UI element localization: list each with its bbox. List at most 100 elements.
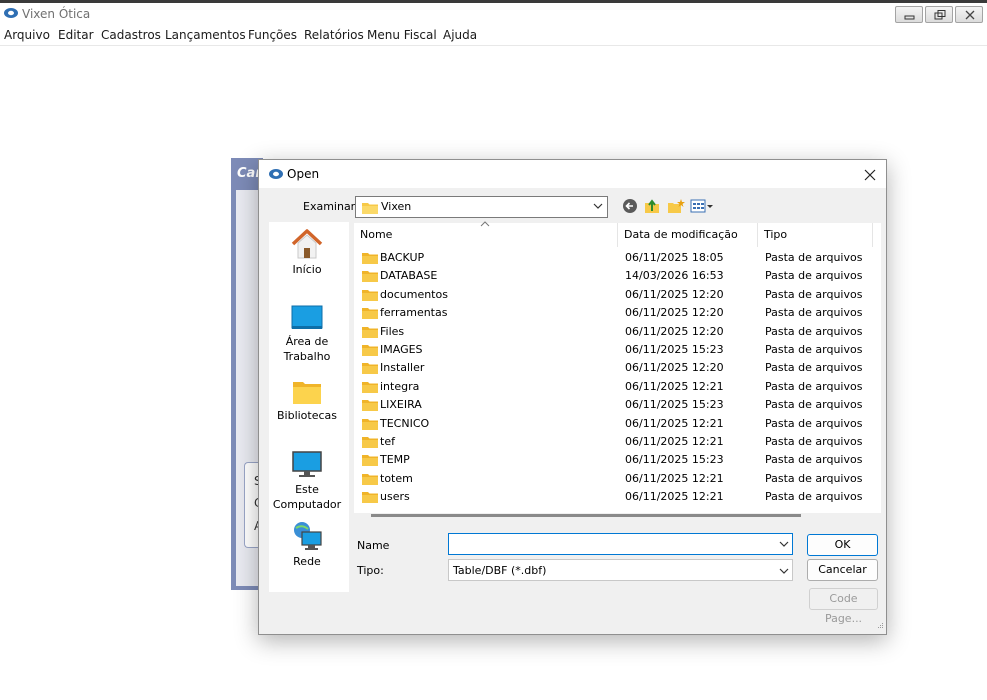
horizontal-scrollbar[interactable] xyxy=(371,514,801,517)
dialog-title: Open xyxy=(287,167,320,181)
app-logo-icon xyxy=(269,169,283,179)
menu-ajuda[interactable]: Ajuda xyxy=(443,28,477,42)
file-type-select[interactable]: Table/DBF (*.dbf) xyxy=(448,559,793,581)
folder-icon xyxy=(362,326,378,338)
place-label: Área de Trabalho xyxy=(283,335,331,363)
folder-icon xyxy=(362,381,378,393)
file-type-cell: Pasta de arquivos xyxy=(765,379,863,393)
menu-lancamentos[interactable]: Lançamentos xyxy=(165,28,246,42)
file-name: integra xyxy=(380,379,420,393)
sort-arrow-icon xyxy=(480,221,490,227)
place-desktop[interactable]: Área de Trabalho xyxy=(269,304,345,364)
file-name: Files xyxy=(380,324,405,338)
menu-fiscal[interactable]: Menu Fiscal xyxy=(367,28,437,42)
restore-button[interactable] xyxy=(925,6,953,23)
dialog-titlebar: Open xyxy=(259,160,886,188)
file-type-cell: Pasta de arquivos xyxy=(765,343,863,356)
column-header-date[interactable]: Data de modificação xyxy=(618,223,738,247)
file-name: DATABASE xyxy=(380,269,438,283)
file-list[interactable]: Nome Data de modificação Tipo BACKUP 06/1… xyxy=(354,221,881,517)
column-header-name[interactable]: Nome xyxy=(354,223,392,247)
place-computer[interactable]: Este Computador xyxy=(269,450,345,512)
file-type-cell: Pasta de arquivos xyxy=(765,453,863,467)
file-name-input[interactable] xyxy=(448,533,793,555)
file-type-cell: Pasta de arquivos xyxy=(765,324,863,338)
file-type-cell: Pasta de arquivos xyxy=(765,287,863,301)
file-row[interactable]: users 06/11/2025 12:21 Pasta de arquivos xyxy=(354,488,876,506)
place-bibliotecas[interactable]: Bibliotecas xyxy=(269,378,345,423)
close-dialog-icon[interactable] xyxy=(861,166,879,184)
file-type-cell: Pasta de arquivos xyxy=(765,398,863,412)
file-type-label: Tipo: xyxy=(357,564,384,577)
menu-arquivo[interactable]: Arquivo xyxy=(4,28,50,42)
place-inicio[interactable]: Início xyxy=(269,228,345,277)
file-type-cell: Pasta de arquivos xyxy=(765,361,863,375)
menu-relatorios[interactable]: Relatórios xyxy=(304,28,364,42)
file-row[interactable]: ferramentas 06/11/2025 12:20 Pasta de arqu… xyxy=(354,304,876,322)
file-row[interactable]: tef 06/11/2025 12:21 Pasta de arquivos xyxy=(354,433,876,451)
look-in-dropdown[interactable]: Vixen xyxy=(355,196,608,218)
code-page-button[interactable]: Code Page... xyxy=(809,588,878,625)
libraries-icon xyxy=(293,382,321,404)
chevron-down-icon[interactable] xyxy=(779,540,789,548)
places-bar: Início Área de Trabalho Bibliotecas Este… xyxy=(269,222,349,592)
file-row[interactable]: LIXEIRA 06/11/2025 15:23 Pasta de arquivos xyxy=(354,396,876,414)
view-menu-icon[interactable] xyxy=(690,198,714,214)
folder-icon xyxy=(362,363,378,375)
folder-icon xyxy=(362,418,378,430)
computer-icon xyxy=(292,451,322,477)
file-type-cell: Pasta de arquivos xyxy=(765,251,863,264)
folder-icon xyxy=(362,253,378,264)
file-name: TEMP xyxy=(380,453,410,467)
folder-icon xyxy=(362,203,378,214)
minimize-button[interactable] xyxy=(895,6,923,23)
desktop-icon xyxy=(291,305,323,329)
new-folder-icon[interactable] xyxy=(667,198,685,214)
folder-icon xyxy=(362,400,378,412)
column-header-type[interactable]: Tipo xyxy=(758,223,787,247)
file-row[interactable]: BACKUP 06/11/2025 18:05 Pasta de arquivos xyxy=(354,249,876,267)
minimize-icon xyxy=(904,15,915,20)
file-name: BACKUP xyxy=(380,251,425,264)
chevron-down-icon xyxy=(779,568,789,574)
folder-icon xyxy=(362,271,378,283)
close-app-button[interactable] xyxy=(955,6,983,23)
back-icon[interactable] xyxy=(622,198,638,214)
cancel-button[interactable]: Cancelar xyxy=(807,559,878,581)
ok-button[interactable]: OK xyxy=(807,534,878,556)
network-icon xyxy=(294,522,322,550)
open-file-dialog: Open Examinar: Vixen Início Área de Trab… xyxy=(258,159,887,635)
folder-icon xyxy=(362,437,378,448)
file-type-cell: Pasta de arquivos xyxy=(765,269,863,283)
folder-icon xyxy=(362,455,378,467)
resize-grip-icon[interactable] xyxy=(875,622,884,631)
file-date-cell: 06/11/2025 15:23 xyxy=(625,343,724,356)
chevron-down-icon xyxy=(593,203,603,209)
file-name: users xyxy=(380,490,410,504)
look-in-label: Examinar: xyxy=(303,200,359,213)
file-row[interactable]: totem 06/11/2025 12:21 Pasta de arquivos xyxy=(354,470,876,488)
file-list-header: Nome Data de modificação Tipo xyxy=(354,221,876,247)
restore-icon xyxy=(934,10,946,20)
app-logo-icon xyxy=(4,8,18,18)
file-row[interactable]: documentos 06/11/2025 12:20 Pasta de arqui… xyxy=(354,286,876,304)
file-row[interactable]: DATABASE 14/03/2026 16:53 Pasta de arquivo… xyxy=(354,267,876,285)
menu-funcoes[interactable]: Funções xyxy=(248,28,297,42)
menu-cadastros[interactable]: Cadastros xyxy=(101,28,161,42)
file-name: documentos xyxy=(380,287,448,301)
file-type-cell: Pasta de arquivos xyxy=(765,490,863,504)
file-row[interactable]: TECNICO 06/11/2025 12:21 Pasta de arquivos xyxy=(354,415,876,433)
file-name-label: Name xyxy=(357,539,390,552)
up-folder-icon[interactable] xyxy=(644,198,660,214)
file-date-cell: 06/11/2025 12:20 xyxy=(625,306,724,320)
place-label: Início xyxy=(292,263,322,276)
place-rede[interactable]: Rede xyxy=(269,520,345,569)
menu-editar[interactable]: Editar xyxy=(58,28,94,42)
file-row[interactable]: Files 06/11/2025 12:20 Pasta de arquivos xyxy=(354,323,876,341)
file-row[interactable]: TEMP 06/11/2025 15:23 Pasta de arquivos xyxy=(354,451,876,469)
look-in-value: Vixen xyxy=(381,200,412,213)
file-row[interactable]: integra 06/11/2025 12:21 Pasta de arquivos xyxy=(354,378,876,396)
file-date-cell: 06/11/2025 15:23 xyxy=(625,453,724,467)
file-row[interactable]: Installer 06/11/2025 12:20 Pasta de arquiv… xyxy=(354,359,876,377)
file-row[interactable]: IMAGES 06/11/2025 15:23 Pasta de arquivos xyxy=(354,341,876,359)
